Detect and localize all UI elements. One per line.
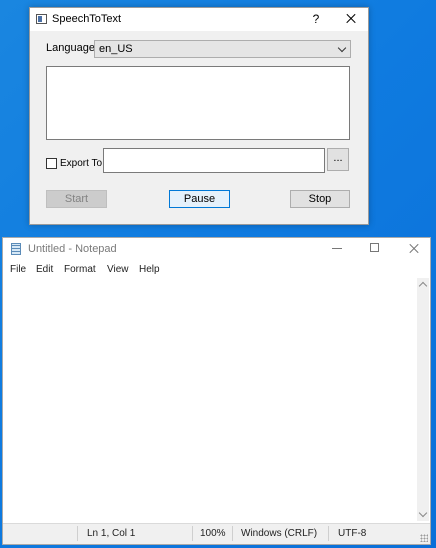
chevron-down-icon bbox=[337, 43, 347, 53]
menu-file[interactable]: File bbox=[10, 264, 26, 275]
line-ending: Windows (CRLF) bbox=[241, 528, 318, 539]
pause-button[interactable]: Pause bbox=[169, 190, 230, 208]
status-divider bbox=[328, 526, 329, 541]
dialog-title-bar[interactable]: SpeechToText ? bbox=[30, 8, 368, 31]
stop-button[interactable]: Stop bbox=[290, 190, 350, 208]
status-divider bbox=[192, 526, 193, 541]
encoding: UTF-8 bbox=[338, 528, 367, 539]
maximize-icon[interactable] bbox=[370, 243, 379, 252]
text-editor-area[interactable] bbox=[6, 278, 417, 521]
transcript-textarea[interactable] bbox=[46, 66, 350, 140]
menu-help[interactable]: Help bbox=[139, 264, 160, 275]
menu-edit[interactable]: Edit bbox=[36, 264, 53, 275]
scroll-down-icon[interactable] bbox=[418, 508, 428, 518]
menu-view[interactable]: View bbox=[107, 264, 129, 275]
close-icon[interactable] bbox=[342, 10, 360, 28]
export-path-input[interactable] bbox=[103, 148, 325, 173]
close-icon[interactable] bbox=[405, 240, 423, 258]
minimize-icon[interactable] bbox=[332, 248, 342, 249]
scroll-up-icon[interactable] bbox=[418, 281, 428, 291]
notepad-window: Untitled - Notepad File Edit Format View… bbox=[2, 237, 431, 545]
language-value: en_US bbox=[99, 43, 133, 55]
browse-button[interactable]: ... bbox=[327, 148, 349, 171]
status-divider bbox=[232, 526, 233, 541]
language-select[interactable]: en_US bbox=[94, 40, 351, 58]
app-window-icon bbox=[36, 14, 47, 24]
notepad-icon bbox=[11, 243, 21, 255]
help-button[interactable]: ? bbox=[308, 11, 324, 27]
cursor-position: Ln 1, Col 1 bbox=[87, 528, 136, 539]
speechtotext-dialog: SpeechToText ? Language en_US Export To … bbox=[29, 7, 369, 225]
resize-grip-icon[interactable] bbox=[420, 534, 428, 542]
export-to-checkbox[interactable] bbox=[46, 158, 57, 169]
status-divider bbox=[77, 526, 78, 541]
menu-bar: File Edit Format View Help bbox=[3, 262, 430, 278]
zoom-level: 100% bbox=[200, 528, 226, 539]
dialog-title: SpeechToText bbox=[52, 13, 122, 25]
export-to-label: Export To bbox=[60, 158, 103, 169]
notepad-title-bar[interactable]: Untitled - Notepad bbox=[3, 238, 430, 260]
status-bar: Ln 1, Col 1 100% Windows (CRLF) UTF-8 bbox=[3, 523, 430, 544]
language-label: Language bbox=[46, 42, 95, 54]
start-button[interactable]: Start bbox=[46, 190, 107, 208]
vertical-scrollbar[interactable] bbox=[417, 278, 429, 521]
menu-format[interactable]: Format bbox=[64, 264, 96, 275]
notepad-title: Untitled - Notepad bbox=[28, 243, 117, 255]
